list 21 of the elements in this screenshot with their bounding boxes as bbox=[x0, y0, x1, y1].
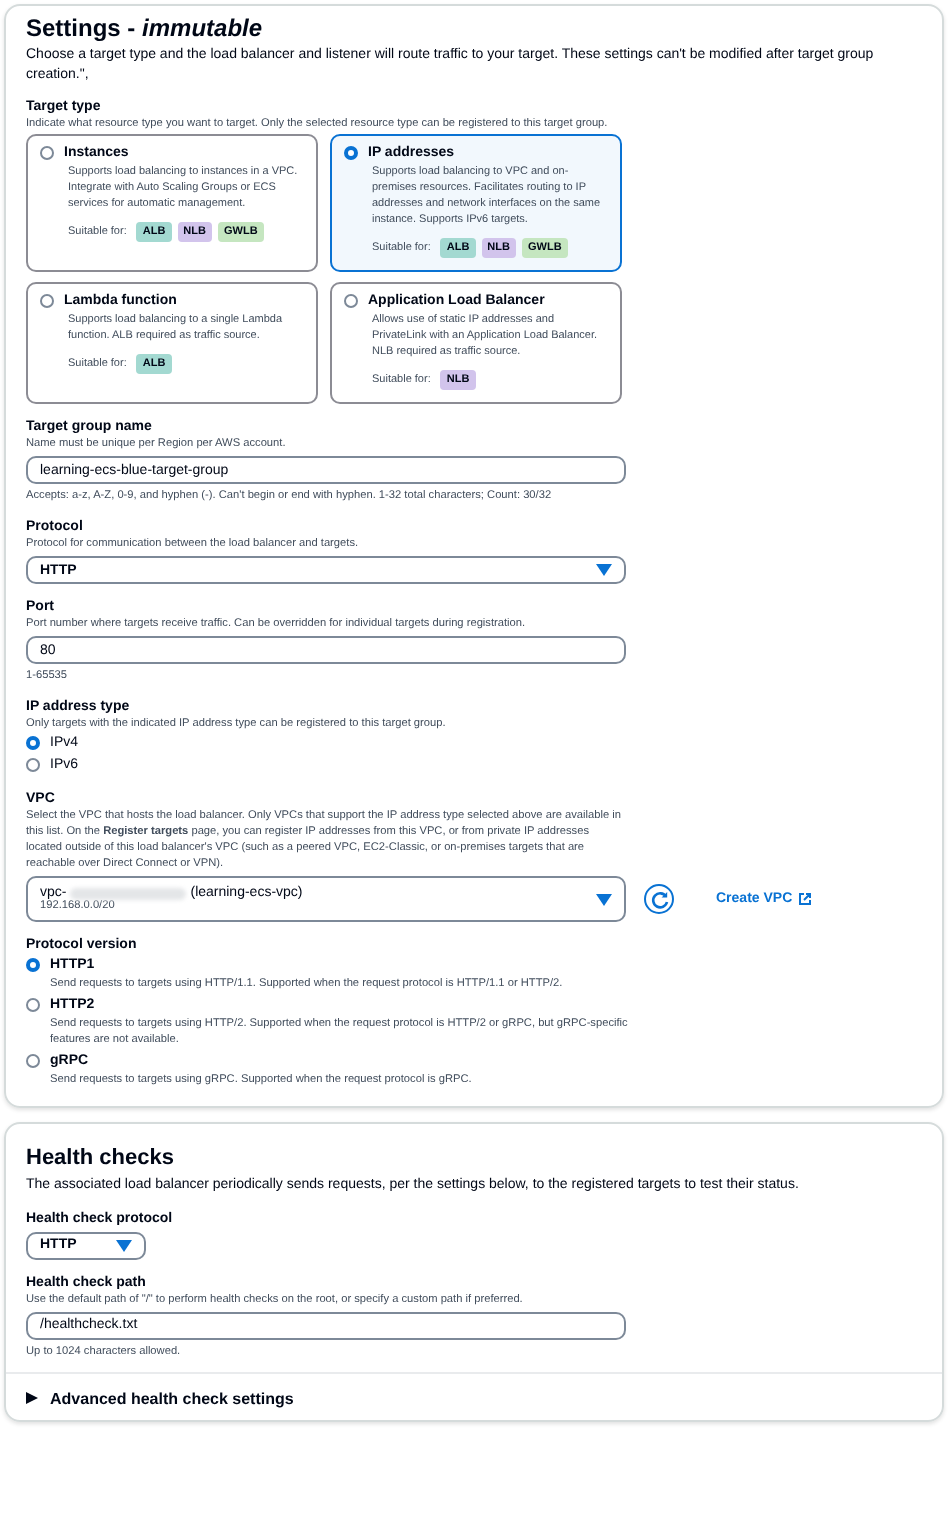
radio-button[interactable] bbox=[344, 146, 358, 160]
target-type-tile[interactable] bbox=[330, 134, 622, 272]
radio-button[interactable] bbox=[26, 958, 40, 972]
advanced-settings-toggle[interactable]: Advanced health check settings bbox=[6, 1371, 942, 1419]
radio-button[interactable] bbox=[344, 294, 358, 308]
caret-icon bbox=[26, 1392, 38, 1404]
refresh-icon bbox=[649, 889, 669, 909]
radio-button[interactable] bbox=[26, 736, 40, 750]
radio-button[interactable] bbox=[40, 146, 54, 160]
radio-button[interactable] bbox=[26, 758, 40, 772]
section-title: Settings - immutable bbox=[26, 14, 265, 44]
radio-button[interactable] bbox=[26, 1054, 40, 1068]
section-title: Health checks bbox=[26, 1144, 176, 1174]
radio-button[interactable] bbox=[40, 294, 54, 308]
caret-icon bbox=[596, 564, 612, 576]
radio-button[interactable] bbox=[26, 998, 40, 1012]
caret-icon bbox=[596, 893, 612, 905]
redacted-text bbox=[70, 887, 187, 899]
external-link-icon bbox=[798, 892, 813, 906]
caret-icon bbox=[116, 1239, 132, 1251]
refresh-button[interactable] bbox=[644, 884, 674, 914]
